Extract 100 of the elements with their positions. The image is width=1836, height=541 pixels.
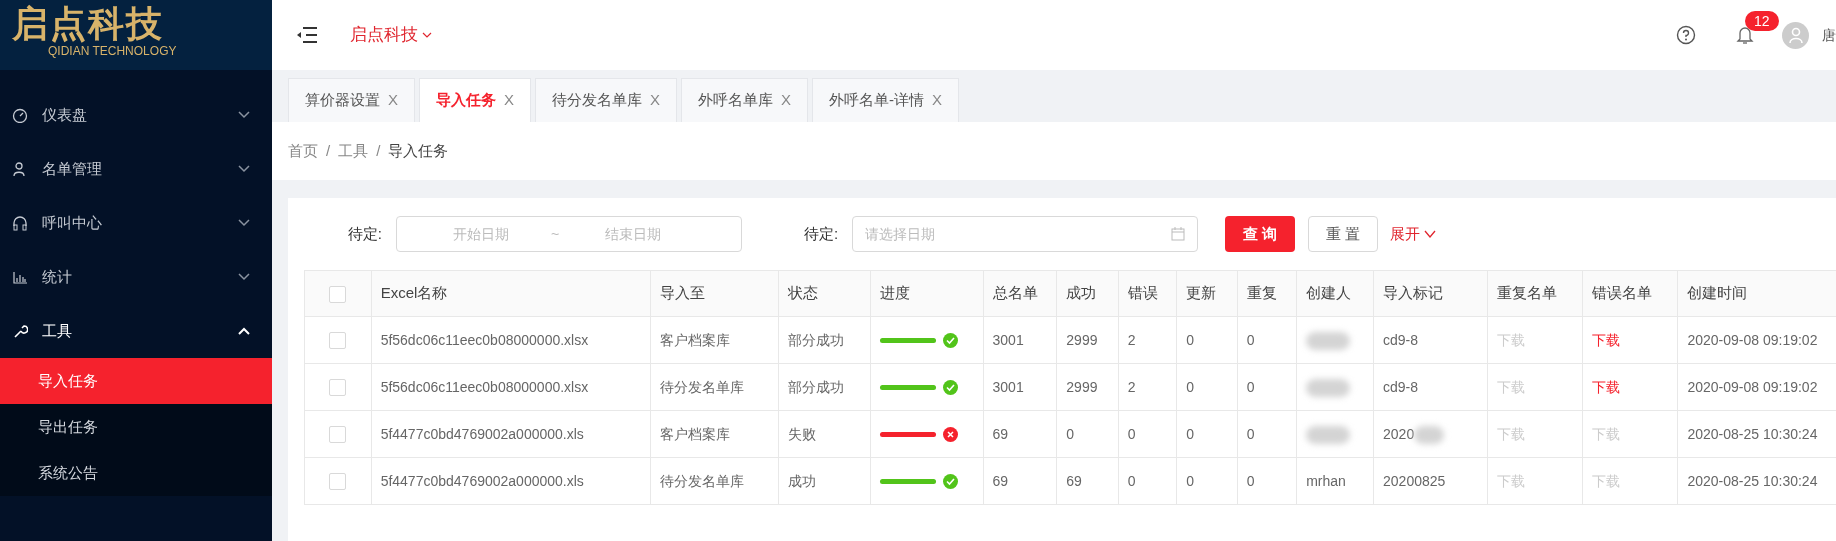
chevron-down-icon	[238, 273, 250, 281]
filter-label: 待定:	[346, 223, 383, 244]
download-link[interactable]: 下载	[1592, 378, 1621, 395]
table-cell: 5f4477c0bd4769002a000000.xls	[371, 457, 651, 505]
progress-bar	[879, 431, 936, 437]
table-cell: 2	[1118, 363, 1177, 411]
progress-bar	[879, 384, 936, 390]
calendar-icon	[1171, 227, 1186, 241]
end-date-placeholder: 结束日期	[605, 224, 662, 244]
table-cell: 部分成功	[778, 363, 871, 411]
sidebar-item[interactable]: 仪表盘	[0, 88, 272, 142]
table-cell: 2	[1118, 316, 1177, 364]
headset-icon	[12, 215, 28, 231]
table-cell-text: 2020	[1383, 425, 1415, 442]
notification-badge: 12	[1745, 11, 1779, 31]
column-header: 错误	[1118, 270, 1177, 317]
column-header: 创建时间	[1677, 270, 1836, 317]
chevron-down-icon	[238, 111, 250, 119]
table-cell: 0	[1176, 363, 1238, 411]
breadcrumb-separator: /	[326, 140, 331, 161]
table-cell: 0	[1237, 410, 1297, 458]
checkbox[interactable]	[329, 332, 347, 350]
tab[interactable]: 外呼名单-详情 X	[812, 78, 960, 122]
table-cell: 0	[1237, 457, 1297, 505]
tab[interactable]: 算价器设置 X	[288, 78, 415, 122]
expand-link[interactable]: 展开	[1390, 222, 1436, 246]
chevron-up-icon	[238, 327, 250, 335]
progress-bar	[879, 478, 936, 484]
breadcrumb-item[interactable]: 首页	[288, 139, 318, 163]
checkbox[interactable]	[329, 473, 347, 491]
breadcrumb-item[interactable]: 工具	[338, 139, 369, 163]
close-icon[interactable]: X	[932, 89, 943, 112]
progress-bar	[879, 337, 936, 343]
table-cell: 待分发名单库	[650, 457, 779, 505]
chevron-down-icon	[1423, 230, 1436, 238]
chevron-down-icon	[238, 219, 250, 227]
bar-chart-icon	[12, 269, 28, 285]
sidebar-subitem[interactable]: 导出任务	[0, 404, 272, 450]
table-cell: 成功	[778, 457, 871, 505]
logo-text: 启点科技	[12, 6, 164, 42]
table-cell-text: cd9-8	[1383, 331, 1419, 348]
tab[interactable]: 待分发名单库 X	[535, 78, 678, 122]
start-date-placeholder: 开始日期	[453, 224, 510, 244]
chevron-down-icon	[421, 32, 432, 38]
sidebar-item[interactable]: 呼叫中心	[0, 196, 272, 250]
help-icon	[1676, 25, 1696, 45]
company-dropdown[interactable]: 启点科技	[350, 22, 432, 48]
table-cell: 0	[1176, 457, 1238, 505]
table-cell: 0	[1176, 410, 1238, 458]
close-icon[interactable]: X	[781, 89, 792, 112]
tab[interactable]: 外呼名单库 X	[681, 78, 809, 122]
checkbox[interactable]	[329, 285, 347, 303]
table-cell: 客户档案库	[650, 410, 779, 458]
tab[interactable]: 导入任务 X	[419, 78, 532, 122]
table-cell: 0	[1118, 410, 1177, 458]
person-icon	[12, 161, 28, 177]
wrench-icon	[12, 323, 28, 339]
sidebar-subitem[interactable]: 导入任务	[0, 358, 272, 404]
filter-label: 待定:	[804, 223, 840, 244]
table-cell: 0	[1118, 457, 1177, 505]
table-cell: 3001	[983, 316, 1057, 364]
table-cell-text: mrhan	[1306, 472, 1346, 489]
download-link[interactable]: 下载	[1592, 331, 1621, 348]
sidebar-item[interactable]: 工具	[0, 304, 272, 358]
table-cell-text: 20200825	[1383, 472, 1446, 489]
table-cell: 5f56dc06c11eec0b08000000.xlsx	[371, 316, 651, 364]
column-header: 总名单	[983, 270, 1057, 317]
close-icon[interactable]: X	[650, 89, 661, 112]
sidebar-item[interactable]: 统计	[0, 250, 272, 304]
menu-icon	[296, 26, 318, 44]
checkbox[interactable]	[329, 379, 347, 397]
sidebar-item[interactable]: 名单管理	[0, 142, 272, 196]
column-header: 重复名单	[1487, 270, 1583, 317]
table-cell: 69	[983, 457, 1057, 505]
range-separator: ~	[551, 224, 560, 244]
table-cell-text: cd9-8	[1383, 378, 1419, 395]
table-cell: 5f56dc06c11eec0b08000000.xlsx	[371, 363, 651, 411]
search-button[interactable]: 查 询	[1225, 216, 1296, 252]
table-cell: 部分成功	[778, 316, 871, 364]
checkbox[interactable]	[329, 426, 347, 444]
column-header: 导入标记	[1373, 270, 1488, 317]
table-cell: 69	[1056, 457, 1119, 505]
table-cell: 失败	[778, 410, 871, 458]
table-cell: 客户档案库	[650, 316, 779, 364]
column-header: 重复	[1237, 270, 1297, 317]
avatar[interactable]	[1782, 21, 1809, 49]
close-icon[interactable]: X	[504, 89, 515, 112]
bell-icon	[1736, 25, 1754, 45]
table-cell: 0	[1056, 410, 1119, 458]
column-header: Excel名称	[371, 270, 651, 317]
column-header: 创建人	[1296, 270, 1374, 317]
user-name: 唐	[1822, 25, 1836, 45]
chevron-down-icon	[238, 165, 250, 173]
sidebar-subitem[interactable]: 系统公告	[0, 450, 272, 496]
reset-button[interactable]: 重 置	[1308, 216, 1379, 252]
table-cell: 0	[1237, 363, 1297, 411]
column-header: 状态	[778, 270, 871, 317]
table-cell: 5f4477c0bd4769002a000000.xls	[371, 410, 651, 458]
close-icon[interactable]: X	[388, 89, 398, 112]
breadcrumb-item: 导入任务	[388, 140, 449, 161]
